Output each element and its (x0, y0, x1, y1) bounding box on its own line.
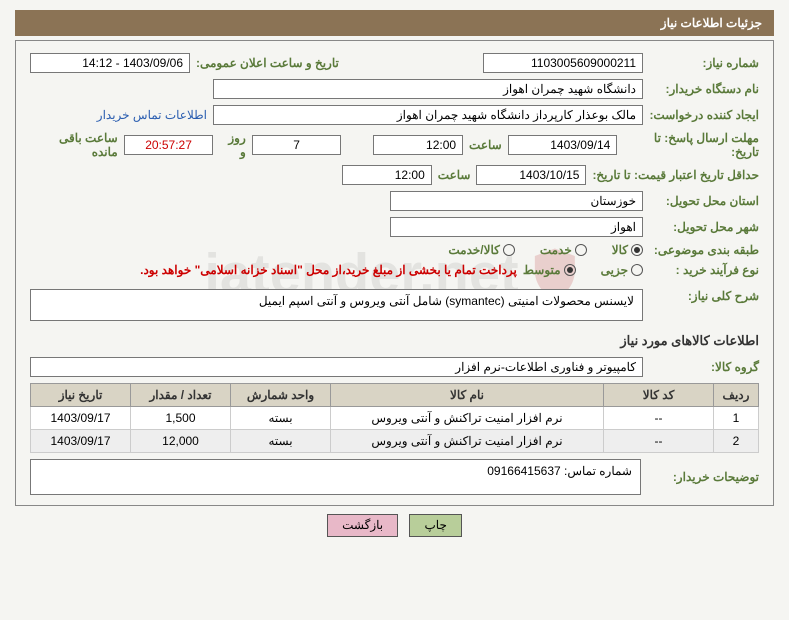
radio-icon (631, 244, 643, 256)
page-title: جزئیات اطلاعات نیاز (15, 10, 774, 36)
buyer-notes-label: توضیحات خریدار: (649, 470, 759, 484)
days-and-label: روز و (219, 131, 245, 159)
price-validity-date-field: 1403/10/15 (476, 165, 586, 185)
need-no-label: شماره نیاز: (649, 56, 759, 70)
deadline-label: مهلت ارسال پاسخ: تا تاریخ: (623, 131, 759, 159)
deadline-time-label: ساعت (469, 138, 502, 152)
radio-icon (564, 264, 576, 276)
th-code: کد کالا (604, 384, 714, 407)
table-row: 2 -- نرم افزار امنیت تراکنش و آنتی ویروس… (31, 430, 759, 453)
goods-group-label: گروه کالا: (649, 360, 759, 374)
requester-label: ایجاد کننده درخواست: (649, 108, 759, 122)
buyer-notes-field: شماره تماس: 09166415637 (30, 459, 641, 495)
buyer-org-label: نام دستگاه خریدار: (649, 82, 759, 96)
countdown-field: 20:57:27 (124, 135, 214, 155)
general-desc-label: شرح کلی نیاز: (649, 289, 759, 303)
price-validity-time-field: 12:00 (342, 165, 432, 185)
radio-medium[interactable]: متوسط (523, 263, 576, 277)
province-field: خوزستان (390, 191, 643, 211)
deadline-time-field: 12:00 (373, 135, 463, 155)
table-row: 1 -- نرم افزار امنیت تراکنش و آنتی ویروس… (31, 407, 759, 430)
th-date: تاریخ نیاز (31, 384, 131, 407)
goods-group-field: کامپیوتر و فناوری اطلاعات-نرم افزار (30, 357, 643, 377)
general-desc-field: لایسنس محصولات امنیتی (symantec) شامل آن… (30, 289, 643, 321)
price-validity-time-label: ساعت (438, 168, 471, 182)
category-radios: کالا خدمت کالا/خدمت (448, 243, 643, 257)
buyer-org-field: دانشگاه شهید چمران اهواز (213, 79, 643, 99)
goods-info-title: اطلاعات کالاهای مورد نیاز (30, 333, 759, 349)
th-idx: ردیف (714, 384, 759, 407)
print-button[interactable]: چاپ (409, 514, 461, 537)
goods-table: ردیف کد کالا نام کالا واحد شمارش تعداد /… (30, 383, 759, 453)
announce-dt-field: 1403/09/06 - 14:12 (30, 53, 190, 73)
requester-field: مالک بوعذار کارپرداز دانشگاه شهید چمران … (213, 105, 643, 125)
radio-minor[interactable]: جزیی (601, 263, 643, 277)
radio-goods[interactable]: کالا (612, 243, 643, 257)
city-label: شهر محل تحویل: (649, 220, 759, 234)
purchase-radios: جزیی متوسط (523, 263, 643, 277)
price-validity-label: حداقل تاریخ اعتبار قیمت: تا تاریخ: (592, 168, 759, 182)
footer-buttons: چاپ بازگشت (15, 514, 774, 537)
radio-icon (631, 264, 643, 276)
need-no-field: 1103005609000211 (483, 53, 643, 73)
category-label: طبقه بندی موضوعی: (649, 243, 759, 257)
radio-goods-service[interactable]: کالا/خدمت (448, 243, 514, 257)
back-button[interactable]: بازگشت (327, 514, 398, 537)
th-qty: تعداد / مقدار (131, 384, 231, 407)
purchase-note: پرداخت تمام یا بخشی از مبلغ خرید،از محل … (140, 263, 517, 277)
province-label: استان محل تحویل: (649, 194, 759, 208)
remaining-label: ساعت باقی مانده (30, 131, 118, 159)
announce-dt-label: تاریخ و ساعت اعلان عمومی: (196, 56, 339, 70)
th-unit: واحد شمارش (231, 384, 331, 407)
days-left-field: 7 (252, 135, 342, 155)
radio-icon (503, 244, 515, 256)
radio-service[interactable]: خدمت (540, 243, 587, 257)
th-name: نام کالا (331, 384, 604, 407)
deadline-date-field: 1403/09/14 (508, 135, 618, 155)
contact-link[interactable]: اطلاعات تماس خریدار (97, 108, 207, 122)
purchase-type-label: نوع فرآیند خرید : (649, 263, 759, 277)
city-field: اهواز (390, 217, 643, 237)
radio-icon (575, 244, 587, 256)
